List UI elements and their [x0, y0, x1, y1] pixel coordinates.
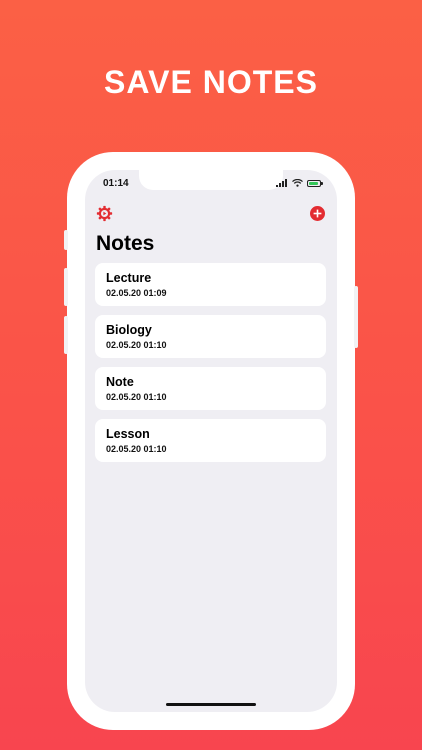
note-title: Lesson: [106, 427, 150, 441]
wifi-icon: [292, 179, 303, 187]
note-item[interactable]: Lesson 02.05.20 01:10: [95, 419, 326, 462]
status-icons: [276, 179, 323, 187]
phone-power-button: [354, 286, 358, 348]
note-date: 02.05.20 01:10: [106, 392, 167, 402]
gear-icon[interactable]: [96, 205, 113, 222]
note-item[interactable]: Note 02.05.20 01:10: [95, 367, 326, 410]
battery-icon: [307, 179, 323, 187]
note-item[interactable]: Lecture 02.05.20 01:09: [95, 263, 326, 306]
phone-volume-down-button: [64, 316, 68, 354]
notes-list: Lecture 02.05.20 01:09 Biology 02.05.20 …: [95, 263, 326, 471]
note-item[interactable]: Biology 02.05.20 01:10: [95, 315, 326, 358]
phone-frame: 01:14 Notes Lecture 02.05.20 01:09 Biolo…: [64, 152, 358, 730]
notch: [139, 170, 283, 190]
headline: SAVE NOTES: [104, 64, 318, 100]
signal-icon: [276, 179, 287, 187]
app-screen: 01:14 Notes Lecture 02.05.20 01:09 Biolo…: [85, 170, 337, 712]
note-title: Biology: [106, 323, 152, 337]
home-indicator[interactable]: [166, 703, 256, 706]
note-title: Note: [106, 375, 134, 389]
status-time: 01:14: [103, 178, 129, 189]
add-note-button[interactable]: [310, 206, 325, 221]
plus-circle-icon: [313, 209, 322, 218]
note-date: 02.05.20 01:10: [106, 444, 167, 454]
phone-side-button: [64, 230, 68, 250]
note-title: Lecture: [106, 271, 152, 285]
phone-volume-up-button: [64, 268, 68, 306]
note-date: 02.05.20 01:09: [106, 288, 167, 298]
note-date: 02.05.20 01:10: [106, 340, 167, 350]
page-title: Notes: [96, 232, 155, 255]
